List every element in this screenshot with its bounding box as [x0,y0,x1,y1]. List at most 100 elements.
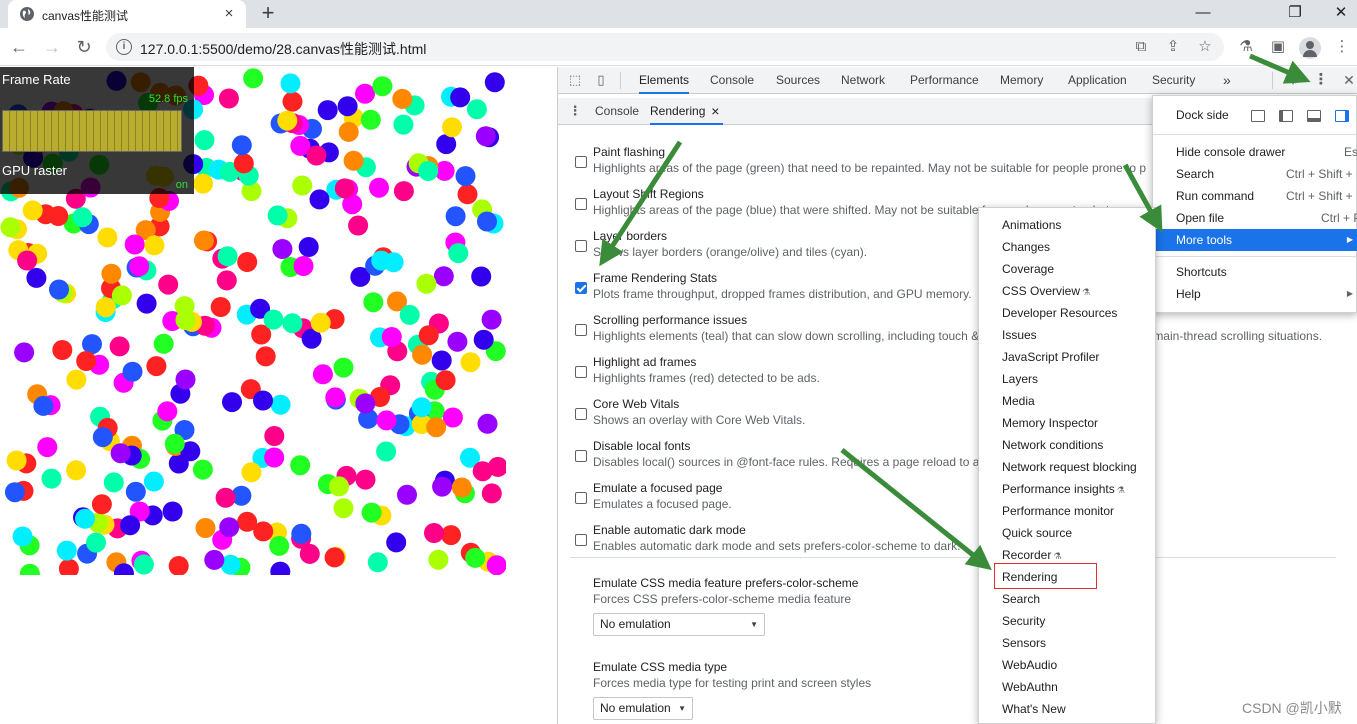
submenu-item-network-conditions[interactable]: Network conditions [979,434,1157,456]
checkbox[interactable] [575,366,587,378]
submenu-item-sensors[interactable]: Sensors [979,632,1157,654]
menu-item-label: Help [1176,287,1201,301]
submenu-item-memory-inspector[interactable]: Memory Inspector [979,412,1157,434]
submenu-item-performance-monitor[interactable]: Performance monitor [979,500,1157,522]
browser-tab[interactable]: canvas性能测试 × [8,0,246,28]
checkbox-checked[interactable] [575,282,587,294]
menu-item-more-tools[interactable]: More tools ▶ [1153,229,1357,251]
ball [91,494,112,515]
option-disable-local-fonts[interactable]: Disable local fonts Disables local() sou… [558,439,1348,479]
submenu-item-media[interactable]: Media [979,390,1157,412]
submenu-item-issues[interactable]: Issues [979,324,1157,346]
close-rendering-tab-icon[interactable]: × [711,98,719,125]
submenu-item-developer-resources[interactable]: Developer Resources [979,302,1157,324]
tab-application[interactable]: Application [1068,67,1127,94]
option-emulate-focused-page[interactable]: Emulate a focused page Emulates a focuse… [558,481,1348,521]
customize-devtools-icon[interactable]: ⋮ [1312,71,1330,89]
checkbox[interactable] [575,450,587,462]
new-tab-button[interactable]: + [257,2,279,24]
inspect-element-icon[interactable]: ⬚ [566,71,584,89]
checkbox[interactable] [575,156,587,168]
forward-icon[interactable]: → [41,36,63,58]
minimize-button[interactable]: — [1180,0,1226,28]
option-label: Enable automatic dark mode [593,523,746,537]
media-type-select[interactable]: No emulation ▼ [593,697,693,720]
tab-close-icon[interactable]: × [220,5,238,23]
submenu-item-webaudio[interactable]: WebAudio [979,654,1157,676]
labs-flask-icon[interactable]: ⚗ [1236,37,1256,57]
submenu-item-changes[interactable]: Changes [979,236,1157,258]
menu-item-help[interactable]: Help ▶ [1153,283,1357,305]
submenu-item-coverage[interactable]: Coverage [979,258,1157,280]
gpu-raster-title: GPU raster [2,163,68,178]
submenu-item-network-request-blocking[interactable]: Network request blocking [979,456,1157,478]
browser-menu-icon[interactable]: ⋮ [1332,37,1352,57]
submenu-item-performance-insights[interactable]: Performance insights ⚗ [979,478,1157,500]
window-close-button[interactable]: ✕ [1318,0,1357,28]
tab-sources[interactable]: Sources [776,67,820,94]
option-scrolling-performance-issues[interactable]: Scrolling performance issues Highlights … [558,313,1348,353]
option-label: Layout Shift Regions [593,187,704,201]
checkbox[interactable] [575,198,587,210]
menu-item-shortcuts[interactable]: Shortcuts [1153,261,1357,283]
reload-icon[interactable]: ↻ [73,36,95,58]
device-toolbar-icon[interactable]: ▯ [592,71,610,89]
profile-avatar[interactable] [1299,37,1321,59]
menu-item-label: Hide console drawer [1176,145,1286,159]
submenu-item-quick-source[interactable]: Quick source [979,522,1157,544]
tab-network[interactable]: Network [841,67,885,94]
submenu-item-label: Developer Resources [1002,306,1118,320]
tab-security[interactable]: Security [1152,67,1195,94]
option-core-web-vitals[interactable]: Core Web Vitals Shows an overlay with Co… [558,397,1348,437]
submenu-item-animations[interactable]: Animations [979,214,1157,236]
menu-item-hide-console-drawer[interactable]: Hide console drawer Esc [1153,141,1357,163]
submenu-item-security[interactable]: Security [979,610,1157,632]
submenu-item-webauthn[interactable]: WebAuthn [979,676,1157,698]
close-devtools-icon[interactable]: ✕ [1340,71,1357,89]
prefers-color-scheme-select[interactable]: No emulation ▼ [593,613,765,636]
checkbox[interactable] [575,324,587,336]
tab-memory[interactable]: Memory [1000,67,1043,94]
dock-right-icon[interactable] [1335,110,1349,122]
checkbox[interactable] [575,492,587,504]
menu-item-open-file[interactable]: Open file Ctrl + P [1153,207,1357,229]
back-icon[interactable]: ← [8,36,30,58]
ball [193,230,214,251]
drawer-tab-rendering[interactable]: Rendering × [650,98,724,125]
submenu-item-search[interactable]: Search [979,588,1157,610]
tab-performance[interactable]: Performance [910,67,979,94]
url-text[interactable]: 127.0.0.1:5500/demo/28.canvas性能测试.html [140,39,426,59]
settings-gear-icon[interactable]: ⚙ [1284,71,1302,89]
dock-bottom-icon[interactable] [1307,110,1321,122]
ball [348,215,369,236]
ball [416,273,437,294]
submenu-item-whats-new[interactable]: What's New [979,698,1157,720]
tab-console[interactable]: Console [710,67,754,94]
site-info-icon[interactable]: i [116,39,132,55]
menu-item-label: Open file [1176,211,1225,225]
menu-item-search[interactable]: Search Ctrl + Shift + F [1153,163,1357,185]
ball [194,130,215,151]
submenu-item-css-overview[interactable]: CSS Overview ⚗ [979,280,1157,302]
checkbox[interactable] [575,240,587,252]
menu-item-run-command[interactable]: Run command Ctrl + Shift + P [1153,185,1357,207]
address-bar[interactable]: i 127.0.0.1:5500/demo/28.canvas性能测试.html… [106,33,1224,61]
translate-icon[interactable]: ⧉ [1132,38,1150,56]
ball [144,235,165,256]
submenu-item-javascript-profiler[interactable]: JavaScript Profiler [979,346,1157,368]
dock-left-icon[interactable] [1279,110,1293,122]
more-tabs-button[interactable]: » [1223,67,1231,94]
submenu-item-layers[interactable]: Layers [979,368,1157,390]
checkbox[interactable] [575,534,587,546]
bookmark-star-icon[interactable]: ☆ [1196,38,1214,56]
side-panel-icon[interactable]: ▣ [1268,37,1288,57]
share-icon[interactable]: ⇪ [1164,38,1182,56]
drawer-tab-console[interactable]: Console [595,98,639,125]
drawer-menu-icon[interactable]: ⋮ [566,102,584,120]
tab-elements[interactable]: Elements [639,67,690,94]
option-highlight-ad-frames[interactable]: Highlight ad frames Highlights frames (r… [558,355,1348,395]
checkbox[interactable] [575,408,587,420]
undock-icon[interactable] [1251,110,1265,122]
restore-button[interactable]: ❐ [1272,0,1318,28]
ball [143,471,164,492]
